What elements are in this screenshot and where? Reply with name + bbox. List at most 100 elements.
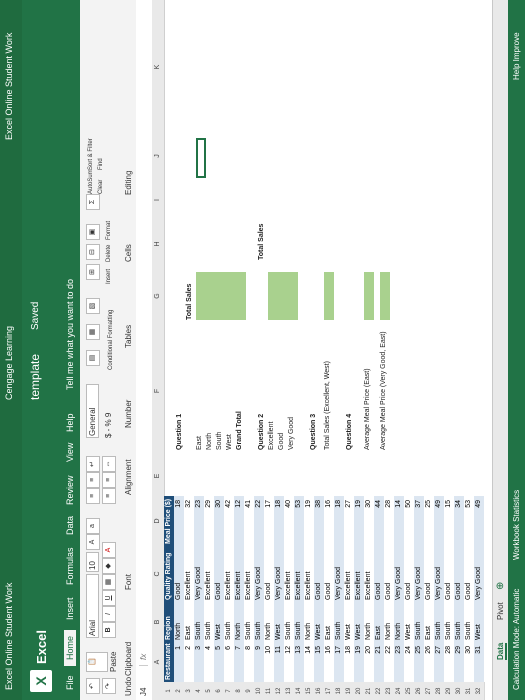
add-sheet-icon[interactable]: ⊕ xyxy=(495,582,506,590)
tab-insert[interactable]: Insert xyxy=(65,597,75,620)
col-header-h[interactable]: H xyxy=(152,221,165,266)
q3-answer-cell[interactable] xyxy=(324,272,334,320)
cell-restaurant[interactable]: 29 xyxy=(454,642,464,682)
col-header-g[interactable]: G xyxy=(152,265,165,326)
insert-cells-icon[interactable]: ⊞ xyxy=(86,264,100,280)
cell-quality-rating[interactable]: Good xyxy=(444,546,454,602)
cell-quality-rating[interactable]: Very Good xyxy=(414,546,424,602)
cell-meal-price[interactable]: 12 xyxy=(234,496,244,546)
selected-cell[interactable] xyxy=(196,138,206,178)
cell-quality-rating[interactable]: Good xyxy=(454,546,464,602)
sheet-tab-data[interactable]: Data xyxy=(496,642,507,660)
cell-restaurant[interactable]: 6 xyxy=(224,642,234,682)
cell-meal-price[interactable]: 38 xyxy=(314,496,324,546)
cell-region[interactable]: North xyxy=(304,602,314,642)
cell-restaurant[interactable]: 2 xyxy=(184,642,194,682)
cell-restaurant[interactable]: 26 xyxy=(424,642,434,682)
align-center-icon[interactable]: ≡ xyxy=(102,472,116,488)
cell-meal-price[interactable]: 18 xyxy=(274,496,284,546)
q4-answer-cell-b[interactable] xyxy=(380,272,390,320)
cell-restaurant[interactable]: 15 xyxy=(314,642,324,682)
align-left-icon[interactable]: ≡ xyxy=(102,488,116,504)
border-icon[interactable]: ▦ xyxy=(102,574,116,590)
cell-region[interactable]: South xyxy=(194,602,204,642)
conditional-formatting-button[interactable]: Conditional Formatting xyxy=(108,310,114,370)
cell-restaurant[interactable]: 7 xyxy=(234,642,244,682)
undo-icon[interactable]: ↶ xyxy=(86,678,100,694)
cell-restaurant[interactable]: 31 xyxy=(474,642,484,682)
cell-restaurant[interactable]: 1 xyxy=(174,642,184,682)
q2-answer-cells[interactable] xyxy=(268,272,298,320)
cell-quality-rating[interactable]: Very Good xyxy=(254,546,264,602)
cell-meal-price[interactable]: 32 xyxy=(184,496,194,546)
cell-quality-rating[interactable]: Excellent xyxy=(204,546,214,602)
tab-help[interactable]: Help xyxy=(65,413,75,432)
tab-view[interactable]: View xyxy=(65,443,75,462)
cell-meal-price[interactable]: 15 xyxy=(444,496,454,546)
cell-region[interactable]: East xyxy=(324,602,334,642)
cell-meal-price[interactable]: 17 xyxy=(264,496,274,546)
delete-cells-icon[interactable]: ⊟ xyxy=(86,244,100,260)
fill-color-icon[interactable]: ◆ xyxy=(102,558,116,574)
align-middle-icon[interactable]: ≡ xyxy=(86,472,100,488)
cell-meal-price[interactable]: 42 xyxy=(224,496,234,546)
cell-quality-rating[interactable]: Excellent xyxy=(224,546,234,602)
cell-restaurant[interactable]: 9 xyxy=(254,642,264,682)
document-title[interactable]: template xyxy=(28,354,42,400)
cell-quality-rating[interactable]: Excellent xyxy=(304,546,314,602)
cell-quality-rating[interactable]: Good xyxy=(424,546,434,602)
cell-meal-price[interactable]: 30 xyxy=(364,496,374,546)
q4-answer-cell-a[interactable] xyxy=(364,272,374,320)
cell-region[interactable]: West xyxy=(404,602,414,642)
tab-data[interactable]: Data xyxy=(65,516,75,535)
cell-quality-rating[interactable]: Good xyxy=(384,546,394,602)
cell-restaurant[interactable]: 14 xyxy=(304,642,314,682)
cell-restaurant[interactable]: 24 xyxy=(404,642,414,682)
tab-review[interactable]: Review xyxy=(65,475,75,505)
cell-region[interactable]: West xyxy=(214,602,224,642)
col-header-f[interactable]: F xyxy=(152,325,165,456)
font-name-select[interactable]: Arial xyxy=(86,574,99,638)
cell-quality-rating[interactable]: Excellent xyxy=(244,546,254,602)
cell-meal-price[interactable]: 49 xyxy=(474,496,484,546)
font-color-icon[interactable]: A xyxy=(102,542,116,558)
cell-restaurant[interactable]: 25 xyxy=(414,642,424,682)
bold-icon[interactable]: B xyxy=(102,622,116,638)
cell-restaurant[interactable]: 18 xyxy=(344,642,354,682)
cell-region[interactable]: South xyxy=(204,602,214,642)
cell-quality-rating[interactable]: Very Good xyxy=(434,546,444,602)
cell-quality-rating[interactable]: Good xyxy=(314,546,324,602)
cell-meal-price[interactable]: 18 xyxy=(174,496,184,546)
cell-region[interactable]: North xyxy=(384,602,394,642)
cell-restaurant[interactable]: 27 xyxy=(434,642,444,682)
cell-region[interactable]: North xyxy=(264,602,274,642)
cell-restaurant[interactable]: 28 xyxy=(444,642,454,682)
tab-home[interactable]: Home xyxy=(64,629,76,666)
sort-filter-label[interactable]: Sort & Filter xyxy=(88,138,94,170)
col-header-k[interactable]: K xyxy=(152,0,165,134)
help-improve-link[interactable]: Help Improve xyxy=(512,32,521,80)
redo-icon[interactable]: ↷ xyxy=(102,678,116,694)
cell-region[interactable]: West xyxy=(344,602,354,642)
cell-meal-price[interactable]: 29 xyxy=(204,496,214,546)
cell-quality-rating[interactable]: Very Good xyxy=(474,546,484,602)
cell-region[interactable]: South xyxy=(244,602,254,642)
cell-region[interactable]: South xyxy=(414,602,424,642)
cell-meal-price[interactable]: 22 xyxy=(254,496,264,546)
underline-icon[interactable]: U xyxy=(102,590,116,606)
cell-meal-price[interactable]: 25 xyxy=(424,496,434,546)
cell-region[interactable]: East xyxy=(374,602,384,642)
cell-quality-rating[interactable]: Very Good xyxy=(274,546,284,602)
grow-font-icon[interactable]: A xyxy=(86,534,100,550)
cell-restaurant[interactable]: 5 xyxy=(214,642,224,682)
sheet-tab-pivot[interactable]: Pivot xyxy=(496,602,505,620)
q1-answer-cells[interactable] xyxy=(196,272,246,320)
cell-restaurant[interactable]: 23 xyxy=(394,642,404,682)
cell-region[interactable]: South xyxy=(464,602,474,642)
cell-quality-rating[interactable]: Good xyxy=(404,546,414,602)
cell-quality-rating[interactable]: Excellent xyxy=(344,546,354,602)
cell-meal-price[interactable]: 53 xyxy=(464,496,474,546)
cell-region[interactable]: South xyxy=(294,602,304,642)
cell-restaurant[interactable]: 12 xyxy=(284,642,294,682)
cell-meal-price[interactable]: 41 xyxy=(244,496,254,546)
